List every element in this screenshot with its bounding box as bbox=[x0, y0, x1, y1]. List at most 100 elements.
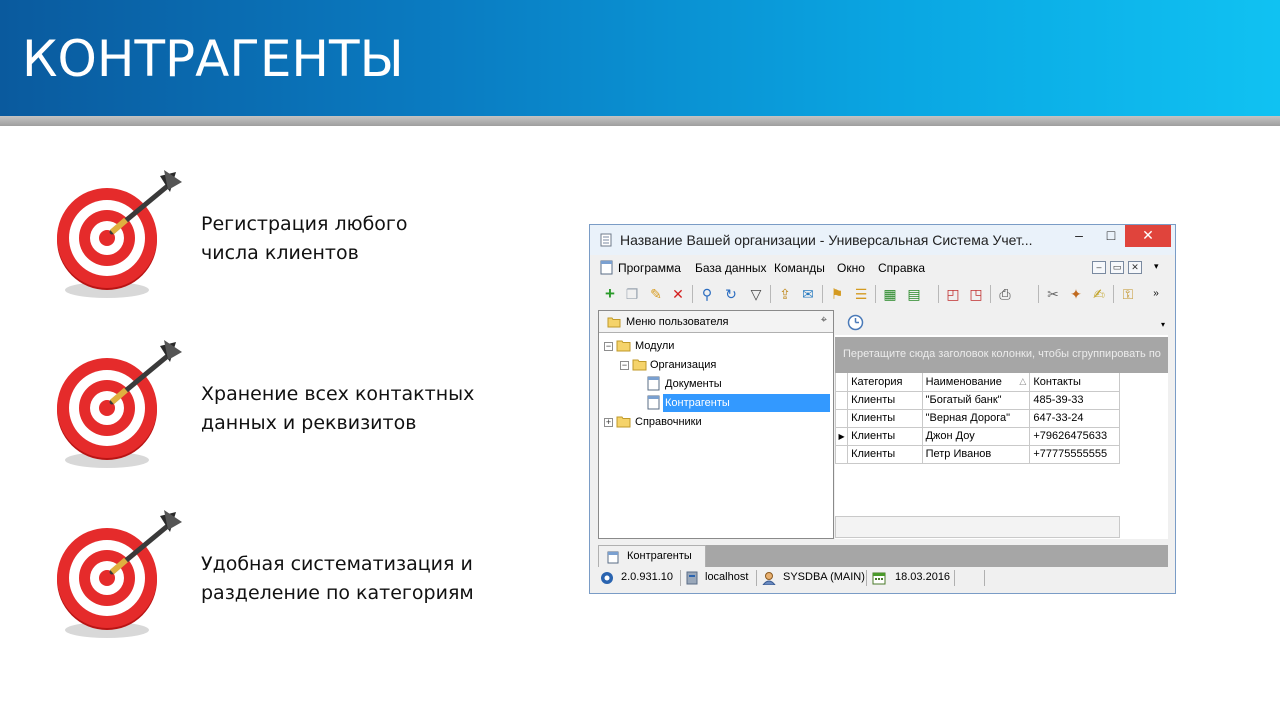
excel-export-icon[interactable]: ▤ bbox=[904, 284, 924, 304]
status-user: SYSDBA (MAIN) bbox=[783, 571, 865, 583]
print-icon[interactable]: ⎙ bbox=[995, 284, 1015, 304]
grid-footer bbox=[835, 516, 1120, 538]
status-separator bbox=[984, 570, 985, 586]
table-cell[interactable]: Петр Иванов bbox=[921, 444, 1031, 464]
feature-line: числа клиентов bbox=[201, 242, 359, 264]
maximize-button[interactable]: □ bbox=[1096, 225, 1126, 247]
excel-icon[interactable]: ▦ bbox=[880, 284, 900, 304]
tree-expand-toggle[interactable]: + bbox=[604, 418, 613, 427]
settings-icon[interactable]: ✦ bbox=[1066, 284, 1086, 304]
tab-label: Контрагенты bbox=[627, 550, 692, 562]
table-cell[interactable]: "Богатый банк" bbox=[921, 390, 1031, 410]
table-cell[interactable]: Клиенты bbox=[847, 426, 923, 446]
chevron-down-icon[interactable]: ▾ bbox=[1161, 320, 1165, 329]
database-icon bbox=[601, 572, 613, 584]
status-separator bbox=[866, 570, 867, 586]
toolbar-separator bbox=[990, 285, 991, 303]
table-cell[interactable]: 647-33-24 bbox=[1029, 408, 1120, 428]
table-cell[interactable]: +77775555555 bbox=[1029, 444, 1120, 464]
row-indicator bbox=[834, 444, 849, 464]
slide-title: КОНТРАГЕНТЫ bbox=[22, 30, 404, 88]
group-by-area[interactable]: Перетащите сюда заголовок колонки, чтобы… bbox=[835, 337, 1168, 373]
table-cell[interactable]: 485-39-33 bbox=[1029, 390, 1120, 410]
form-icon[interactable]: ✍ bbox=[1089, 284, 1109, 304]
tree-item-organization[interactable]: Организация bbox=[650, 359, 716, 371]
user-icon bbox=[762, 572, 776, 585]
toolbar-separator bbox=[875, 285, 876, 303]
add-icon[interactable]: + bbox=[600, 284, 620, 304]
row-indicator-header bbox=[834, 373, 849, 392]
menu-window[interactable]: Окно bbox=[837, 261, 865, 275]
status-version: 2.0.931.10 bbox=[621, 571, 673, 583]
tree-item-modules[interactable]: Модули bbox=[635, 340, 674, 352]
chevron-down-icon[interactable]: ▾ bbox=[1154, 261, 1159, 272]
minimize-button[interactable]: – bbox=[1064, 225, 1094, 247]
app-icon bbox=[600, 233, 612, 247]
menu-database[interactable]: База данных bbox=[695, 261, 766, 275]
mdi-close-button[interactable]: ✕ bbox=[1128, 261, 1142, 274]
table-row[interactable]: ▶ Клиенты Джон Доу +79626475633 bbox=[834, 426, 1120, 446]
close-button[interactable]: ✕ bbox=[1125, 225, 1171, 247]
menu-help[interactable]: Справка bbox=[878, 261, 925, 275]
column-header[interactable]: Наименование △ bbox=[921, 373, 1031, 392]
tree-icon[interactable]: ⚑ bbox=[827, 284, 847, 304]
table-cell[interactable]: Клиенты bbox=[847, 390, 923, 410]
table-cell[interactable]: Клиенты bbox=[847, 444, 923, 464]
header-stripe bbox=[0, 116, 1280, 126]
table-row[interactable]: Клиенты Петр Иванов +77775555555 bbox=[834, 444, 1120, 464]
status-separator bbox=[756, 570, 757, 586]
table-cell[interactable]: +79626475633 bbox=[1029, 426, 1120, 446]
menu-program[interactable]: Программа bbox=[618, 261, 681, 275]
server-icon bbox=[686, 571, 698, 585]
status-bar: 2.0.931.10 localhost SYSDBA (MAIN) 18.03… bbox=[598, 569, 1168, 587]
mdi-restore-button[interactable]: ▭ bbox=[1110, 261, 1124, 274]
group-hint: Перетащите сюда заголовок колонки, чтобы… bbox=[843, 348, 1161, 360]
mdi-minimize-button[interactable]: – bbox=[1092, 261, 1106, 274]
edit-icon[interactable]: ✎ bbox=[646, 284, 666, 304]
lock-icon[interactable]: ⚿ bbox=[1118, 284, 1138, 304]
menu-commands[interactable]: Команды bbox=[774, 261, 825, 275]
tree-collapse-toggle[interactable]: − bbox=[620, 361, 629, 370]
panel-title: Меню пользователя bbox=[626, 316, 729, 328]
tab-bar: Контрагенты bbox=[598, 545, 1168, 567]
column-header[interactable]: Контакты bbox=[1029, 373, 1120, 392]
toolbar-separator bbox=[822, 285, 823, 303]
document-icon bbox=[600, 260, 613, 275]
comment-icon[interactable]: ✉ bbox=[798, 284, 818, 304]
window-titlebar[interactable]: Название Вашей организации - Универсальн… bbox=[590, 225, 1175, 255]
refresh-icon[interactable]: ↻ bbox=[721, 284, 741, 304]
export-icon[interactable]: ⇪ bbox=[775, 284, 795, 304]
table-cell[interactable]: Джон Доу bbox=[921, 426, 1031, 446]
tree-item-references[interactable]: Справочники bbox=[635, 416, 702, 428]
pin-icon[interactable]: ⌖ bbox=[821, 314, 827, 327]
tree-collapse-toggle[interactable]: − bbox=[604, 342, 613, 351]
table-cell[interactable]: Клиенты bbox=[847, 408, 923, 428]
feature-line: разделение по категориям bbox=[201, 582, 474, 604]
table-cell[interactable]: "Верная Дорога" bbox=[921, 408, 1031, 428]
chevron-right-icon[interactable]: » bbox=[1146, 284, 1166, 304]
table-row[interactable]: Клиенты "Верная Дорога" 647-33-24 bbox=[834, 408, 1120, 428]
tools-icon[interactable]: ✂ bbox=[1043, 284, 1063, 304]
tree-item-documents[interactable]: Документы bbox=[665, 378, 722, 390]
tab-counterparties[interactable]: Контрагенты bbox=[598, 545, 706, 567]
menu-bar: Программа База данных Команды Окно Справ… bbox=[598, 257, 1168, 279]
clock-icon[interactable] bbox=[847, 314, 864, 331]
table-row[interactable]: Клиенты "Богатый банк" 485-39-33 bbox=[834, 390, 1120, 410]
filter-icon[interactable]: ▽ bbox=[746, 284, 766, 304]
column-header[interactable]: Категория bbox=[847, 373, 923, 392]
tree-item-counterparties[interactable]: Контрагенты bbox=[663, 394, 830, 412]
data-grid: Категория Наименование △ Контакты Клиенты… bbox=[834, 373, 1120, 464]
folder-open-icon bbox=[632, 359, 647, 371]
close-window-icon[interactable]: ◳ bbox=[966, 284, 986, 304]
copy-icon[interactable]: ❐ bbox=[622, 284, 642, 304]
column-header-label: Наименование bbox=[925, 375, 1002, 388]
feature-item: Хранение всех контактных данных и реквиз… bbox=[52, 338, 532, 478]
form-icon bbox=[607, 551, 619, 564]
feature-item: Удобная систематизация и разделение по к… bbox=[52, 508, 532, 648]
search-icon[interactable]: ⚲ bbox=[697, 284, 717, 304]
form-icon bbox=[647, 395, 660, 410]
outline-icon[interactable]: ☰ bbox=[851, 284, 871, 304]
new-window-icon[interactable]: ◰ bbox=[943, 284, 963, 304]
delete-icon[interactable]: ✕ bbox=[668, 284, 688, 304]
user-menu-panel: Меню пользователя ⌖ − Модули − Организац… bbox=[598, 310, 834, 539]
